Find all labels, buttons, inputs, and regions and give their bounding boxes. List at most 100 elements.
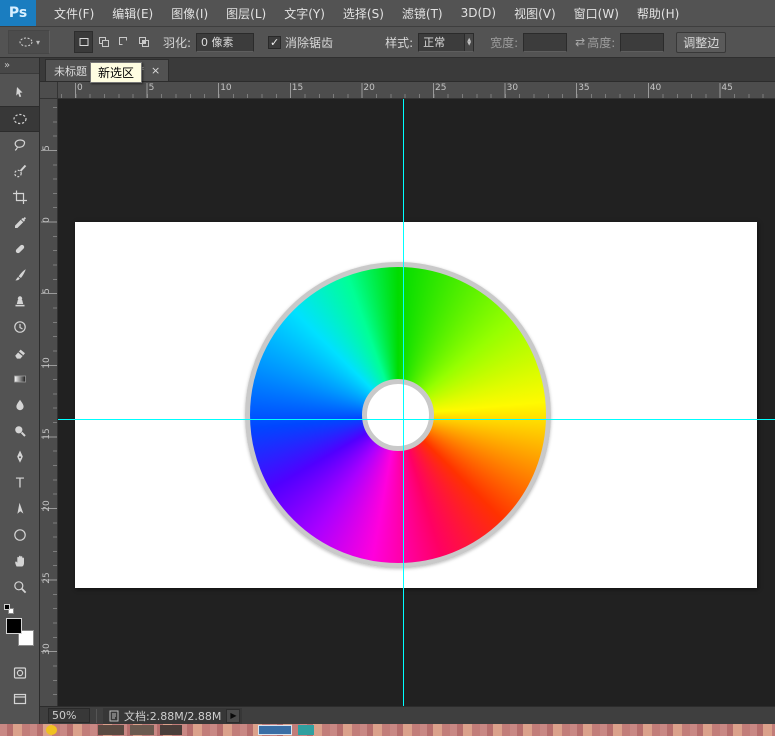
document-title: 未标题 xyxy=(54,63,87,79)
horizontal-ruler[interactable]: 051015202530354045 xyxy=(58,82,775,99)
history-brush-icon xyxy=(12,319,28,335)
foreground-color-swatch[interactable] xyxy=(6,618,22,634)
menu-filter[interactable]: 滤镜(T) xyxy=(394,1,451,26)
color-wheel xyxy=(245,262,551,568)
brush-tool-icon xyxy=(12,267,28,283)
ruler-label: 20 xyxy=(42,498,52,514)
spinner-arrows-icon[interactable]: ▲ ▼ xyxy=(464,34,473,51)
new-selection-button[interactable] xyxy=(74,31,93,53)
menu-view[interactable]: 视图(V) xyxy=(506,1,564,26)
screen-mode-icon xyxy=(12,691,28,707)
menu-items: 文件(F) 编辑(E) 图像(I) 图层(L) 文字(Y) 选择(S) 滤镜(T… xyxy=(36,0,687,26)
taskbar-icon[interactable] xyxy=(46,725,57,735)
feather-label: 羽化: xyxy=(163,34,191,51)
quick-selection-tool[interactable] xyxy=(0,158,39,184)
style-dropdown[interactable]: 正常 ▲ ▼ xyxy=(418,33,474,52)
chevron-down-icon: ▾ xyxy=(36,38,40,47)
default-colors-icon[interactable] xyxy=(4,604,14,614)
clone-stamp-tool[interactable] xyxy=(0,288,39,314)
ruler-corner[interactable] xyxy=(40,82,58,99)
zoom-tool[interactable] xyxy=(0,574,39,600)
vertical-guide[interactable] xyxy=(403,99,404,706)
add-to-selection-icon xyxy=(98,36,110,48)
subtract-from-selection-icon xyxy=(118,36,130,48)
add-to-selection-button[interactable] xyxy=(94,31,113,53)
elliptical-marquee-tool[interactable] xyxy=(0,106,39,132)
pasteboard[interactable] xyxy=(58,99,775,706)
color-wheel-hole xyxy=(362,379,434,451)
height-input[interactable] xyxy=(620,33,664,52)
elliptical-marquee-icon xyxy=(12,111,28,127)
main-area: » T xyxy=(0,58,775,724)
zoom-level-field[interactable]: 50% xyxy=(48,708,90,723)
document-area: 未标题 (RGB/8) * × 新选区 051015202530354045 5… xyxy=(40,58,775,724)
menu-layer[interactable]: 图层(L) xyxy=(218,1,274,26)
blur-tool-icon xyxy=(12,397,28,413)
eraser-tool-icon xyxy=(12,345,28,361)
horizontal-guide[interactable] xyxy=(58,419,775,420)
quick-mask-button[interactable] xyxy=(12,660,28,686)
foreground-background-swatches[interactable] xyxy=(6,618,34,646)
hand-tool[interactable] xyxy=(0,548,39,574)
quick-selection-icon xyxy=(12,163,28,179)
width-input[interactable] xyxy=(523,33,567,52)
antialias-checkbox[interactable]: ✓ xyxy=(268,36,281,49)
move-tool[interactable] xyxy=(0,80,39,106)
dodge-tool[interactable] xyxy=(0,418,39,444)
blur-tool[interactable] xyxy=(0,392,39,418)
ruler-label: 5 xyxy=(42,140,52,156)
lasso-tool[interactable] xyxy=(0,132,39,158)
eraser-tool[interactable] xyxy=(0,340,39,366)
crop-tool[interactable] xyxy=(0,184,39,210)
close-icon[interactable]: × xyxy=(151,64,160,77)
ruler-label: 10 xyxy=(42,355,52,371)
ellipse-tool[interactable] xyxy=(0,522,39,548)
panel-collapse-button[interactable]: » xyxy=(0,58,39,74)
ruler-label: 35 xyxy=(578,83,589,93)
menu-image[interactable]: 图像(I) xyxy=(163,1,216,26)
document-size-icon xyxy=(109,710,119,722)
menu-window[interactable]: 窗口(W) xyxy=(566,1,627,26)
ruler-label: 5 xyxy=(149,83,155,93)
eyedropper-tool[interactable] xyxy=(0,210,39,236)
lasso-tool-icon xyxy=(12,137,28,153)
menu-file[interactable]: 文件(F) xyxy=(46,1,102,26)
status-bar: 50% 文档:2.88M/2.88M ▶ xyxy=(40,706,775,724)
taskbar-icon[interactable] xyxy=(258,725,292,735)
refine-edge-button[interactable]: 调整边 xyxy=(676,32,726,53)
menu-3d[interactable]: 3D(D) xyxy=(453,2,504,24)
taskbar-icon[interactable] xyxy=(130,725,154,735)
tools-panel: » T xyxy=(0,58,40,724)
menu-type[interactable]: 文字(Y) xyxy=(276,1,333,26)
screen-mode-button[interactable] xyxy=(12,686,28,712)
document-canvas[interactable] xyxy=(75,222,757,588)
ruler-label: 0 xyxy=(77,83,83,93)
menu-help[interactable]: 帮助(H) xyxy=(629,1,687,26)
status-expand-button[interactable]: ▶ xyxy=(226,709,240,723)
ruler-label: 10 xyxy=(220,83,231,93)
taskbar-icon[interactable] xyxy=(298,725,314,735)
feather-input[interactable]: 0 像素 xyxy=(196,33,254,52)
brush-tool[interactable] xyxy=(0,262,39,288)
tool-preset-picker[interactable]: ▾ xyxy=(8,30,50,54)
tool-options-bar: ▾ 羽化: 0 像素 ✓ 消除锯齿 样式: 正常 ▲ ▼ xyxy=(0,27,775,58)
subtract-from-selection-button[interactable] xyxy=(114,31,133,53)
ruler-label: 25 xyxy=(435,83,446,93)
taskbar-icon[interactable] xyxy=(98,725,124,735)
type-tool[interactable]: T xyxy=(0,470,39,496)
style-value: 正常 xyxy=(423,34,445,50)
taskbar-icon[interactable] xyxy=(160,725,182,735)
swap-width-height-icon[interactable]: ⇄ xyxy=(575,35,585,49)
vertical-ruler[interactable]: 5051015202530 xyxy=(40,99,58,706)
spot-healing-brush-tool[interactable] xyxy=(0,236,39,262)
menu-select[interactable]: 选择(S) xyxy=(335,1,392,26)
history-brush-tool[interactable] xyxy=(0,314,39,340)
menu-edit[interactable]: 编辑(E) xyxy=(104,1,161,26)
intersect-selection-button[interactable] xyxy=(134,31,153,53)
taskbar-sliver xyxy=(0,724,775,736)
zoom-tool-icon xyxy=(12,579,28,595)
pen-tool[interactable] xyxy=(0,444,39,470)
path-selection-tool[interactable] xyxy=(0,496,39,522)
dodge-tool-icon xyxy=(12,423,28,439)
gradient-tool[interactable] xyxy=(0,366,39,392)
